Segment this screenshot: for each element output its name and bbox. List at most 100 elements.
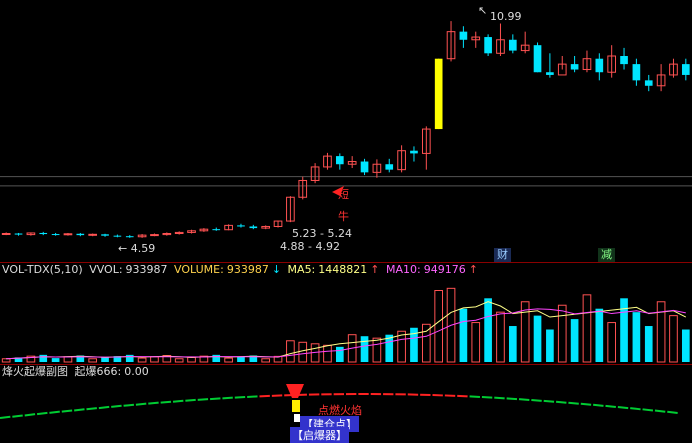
high-price-label: 10.99 bbox=[490, 10, 522, 23]
volume-bar bbox=[657, 302, 665, 362]
indicator-segment bbox=[494, 398, 504, 399]
volume-bar bbox=[546, 330, 554, 363]
up-arrow-icon: ↑ bbox=[370, 263, 379, 276]
indicator-segment bbox=[655, 411, 665, 412]
volume-bar bbox=[262, 359, 270, 362]
volume-bar bbox=[682, 330, 690, 363]
candle-body bbox=[15, 234, 23, 235]
volume-bar bbox=[89, 359, 97, 362]
candle-body bbox=[212, 229, 220, 230]
vvol-label: VVOL: bbox=[89, 263, 122, 276]
indicator-segment bbox=[457, 396, 467, 397]
volume-bar bbox=[583, 295, 591, 362]
down-arrow-icon: ↓ bbox=[272, 263, 281, 276]
candle-body bbox=[39, 233, 47, 234]
candle-body bbox=[620, 56, 628, 64]
signal-marker-text: 牛 bbox=[338, 209, 349, 223]
volume-bar bbox=[633, 312, 641, 362]
indicator-label: 起爆666: bbox=[75, 365, 122, 378]
badge-cai[interactable]: 财 bbox=[494, 248, 511, 262]
badge-jian[interactable]: 减 bbox=[598, 248, 615, 262]
volume-bar bbox=[608, 323, 616, 362]
indicator-segment bbox=[62, 410, 72, 411]
indicator-segment bbox=[0, 417, 10, 418]
indicator-segment bbox=[556, 402, 566, 403]
indicator-header: 烽火起爆副图 起爆666:0.00 bbox=[0, 364, 152, 380]
indicator-segment bbox=[210, 398, 220, 399]
volume-bar bbox=[620, 298, 628, 362]
range-label-lower: 4.88 - 4.92 bbox=[280, 240, 340, 253]
ma10-label: MA10: bbox=[386, 263, 421, 276]
candle-body bbox=[336, 156, 344, 164]
indicator-segment bbox=[111, 406, 121, 407]
volume-bar bbox=[126, 355, 134, 362]
indicator-segment bbox=[87, 408, 97, 409]
indicator-segment bbox=[260, 396, 270, 397]
volume-bar bbox=[212, 355, 220, 362]
volume-bar bbox=[645, 326, 653, 362]
candle-body bbox=[645, 80, 653, 85]
volume-value: 933987 bbox=[227, 263, 269, 276]
indicator-pane[interactable]: 烽火起爆副图 起爆666:0.00 点燃火焰 【建仓点】 【启爆器】 bbox=[0, 364, 692, 439]
indicator-value: 0.00 bbox=[124, 365, 149, 378]
candle-body bbox=[509, 40, 517, 51]
volume-bar bbox=[188, 357, 196, 362]
candle-body bbox=[534, 45, 542, 72]
low-price-label: ← 4.59 bbox=[118, 242, 155, 255]
indicator-segment bbox=[74, 409, 84, 410]
indicator-segment bbox=[25, 414, 35, 415]
ma10-line bbox=[6, 309, 686, 359]
candle-body bbox=[114, 236, 122, 237]
candle-body bbox=[52, 234, 60, 235]
indicator-segment bbox=[247, 396, 257, 397]
indicator-segment bbox=[235, 397, 245, 398]
candle-body bbox=[633, 64, 641, 80]
volume-bar bbox=[509, 326, 517, 362]
indicator-name[interactable]: 烽火起爆副图 bbox=[2, 365, 68, 378]
volume-bar bbox=[435, 291, 443, 363]
volume-bar bbox=[151, 357, 159, 362]
range-label-upper: 5.23 - 5.24 bbox=[292, 227, 352, 240]
volume-bar bbox=[373, 338, 381, 362]
volume-bar bbox=[497, 312, 505, 362]
candle-body bbox=[682, 64, 690, 75]
arrow-icon: ↖ bbox=[478, 4, 487, 17]
indicator-segment bbox=[185, 400, 195, 401]
volume-indicator-name[interactable]: VOL-TDX(5,10) bbox=[2, 263, 83, 276]
volume-bar bbox=[2, 359, 10, 362]
indicator-segment bbox=[222, 398, 232, 399]
indicator-segment bbox=[161, 402, 171, 403]
candle-body bbox=[484, 37, 492, 53]
volume-bar bbox=[422, 324, 430, 362]
volume-bar bbox=[571, 319, 579, 362]
indicator-segment bbox=[470, 396, 480, 397]
ma5-label: MA5: bbox=[288, 263, 316, 276]
volume-bar bbox=[287, 341, 295, 362]
volume-bar bbox=[138, 358, 146, 362]
price-chart-pane[interactable]: 10.99↖← 4.595.23 - 5.244.88 - 4.92短牛 财 减 bbox=[0, 0, 692, 262]
volume-bar bbox=[299, 342, 307, 362]
volume-bar bbox=[558, 305, 566, 362]
candlestick-chart[interactable]: 10.99↖← 4.595.23 - 5.244.88 - 4.92短牛 bbox=[0, 0, 692, 262]
volume-bar bbox=[595, 309, 603, 362]
volume-bar bbox=[361, 336, 369, 362]
volume-pane[interactable]: VOL-TDX(5,10) VVOL:933987 VOLUME:933987↓… bbox=[0, 262, 692, 364]
indicator-segment bbox=[49, 412, 59, 413]
candle-body bbox=[361, 162, 369, 173]
volume-bar bbox=[175, 359, 183, 362]
indicator-segment bbox=[618, 407, 628, 408]
candle-body bbox=[101, 234, 109, 235]
candle-body bbox=[385, 164, 393, 169]
candle-body bbox=[410, 151, 418, 154]
ma5-line bbox=[6, 302, 686, 359]
volume-bar bbox=[324, 345, 332, 362]
candle-body bbox=[595, 59, 603, 73]
vvol-value: 933987 bbox=[126, 263, 168, 276]
ma5-value: 1448821 bbox=[318, 263, 367, 276]
indicator-segment bbox=[482, 397, 492, 398]
indicator-segment bbox=[519, 399, 529, 400]
indicator-segment bbox=[198, 399, 208, 400]
indicator-segment bbox=[173, 401, 183, 402]
indicator-segment bbox=[12, 415, 22, 416]
up-arrow-icon: ↑ bbox=[469, 263, 478, 276]
